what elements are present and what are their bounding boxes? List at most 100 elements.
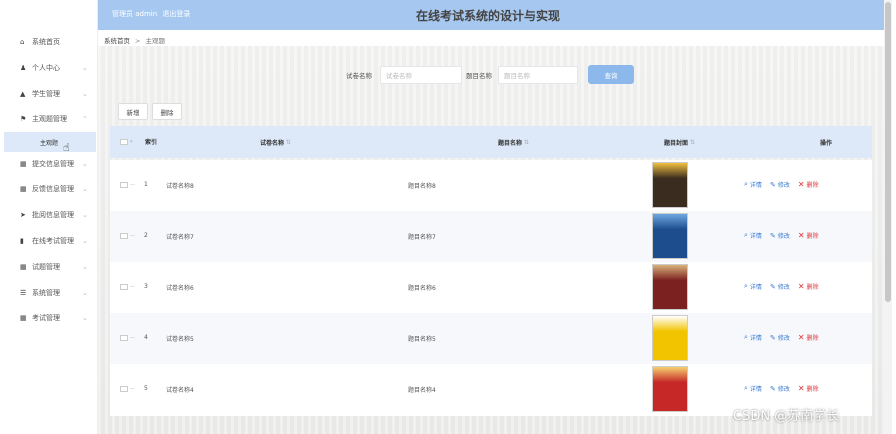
row-checkbox[interactable] (120, 284, 128, 290)
row-checkbox[interactable] (120, 335, 128, 341)
sidebar-item-feedback[interactable]: ▦ 反馈信息管理 ⌄ (0, 177, 98, 201)
delete-row-button[interactable]: ✕ 删除 (798, 282, 819, 291)
view-label: 详情 (749, 182, 762, 189)
chevron-up-icon: ⌃ (82, 115, 88, 123)
breadcrumb-current: 主观题 (145, 37, 165, 45)
topic-name-label: 题目名称 (466, 72, 492, 80)
row-paper-name: 试卷名称7 (166, 234, 194, 241)
header-topic-name[interactable]: 题目名称 ⇅ (498, 126, 529, 158)
delete-button[interactable]: 删除 (152, 103, 182, 120)
sidebar-item-system[interactable]: ☰ 系统管理 ⌄ (0, 281, 98, 305)
topic-name-input[interactable]: 题目名称 (498, 66, 578, 84)
view-button[interactable]: ⌕ 详情 (744, 384, 762, 393)
row-cover-image[interactable] (652, 162, 688, 208)
select-all-checkbox[interactable] (120, 139, 128, 145)
edit-label: 修改 (777, 386, 790, 393)
row-cover-image[interactable] (652, 264, 688, 310)
sidebar-item-exams[interactable]: ▦ 考试管理 ⌄ (0, 306, 98, 330)
grid-icon: ▦ (20, 263, 27, 271)
row-cover-image[interactable] (652, 315, 688, 361)
header-ops: 操作 (820, 126, 832, 158)
delete-row-button[interactable]: ✕ 删除 (798, 384, 819, 393)
paper-name-input[interactable]: 试卷名称 (380, 66, 462, 84)
view-label: 详情 (749, 386, 762, 393)
sidebar-item-questions[interactable]: ▦ 试题管理 ⌄ (0, 255, 98, 279)
pencil-icon: ✎ (769, 384, 776, 393)
delete-row-button[interactable]: ✕ 删除 (798, 231, 819, 240)
view-label: 详情 (749, 335, 762, 342)
view-label: 详情 (749, 233, 762, 240)
edit-button[interactable]: ✎ 修改 (770, 282, 790, 292)
sort-caret-icon: ▾ (130, 139, 133, 145)
sidebar-item-subjective[interactable]: ⚑ 主观题管理 ⌃ (0, 107, 98, 131)
add-button[interactable]: 新增 (118, 103, 148, 120)
header-paper-name[interactable]: 试卷名称 ⇅ (260, 126, 291, 158)
sidebar-item-online-exam[interactable]: ▮ 在线考试管理 ⌄ (0, 229, 98, 253)
pencil-icon: ✎ (769, 333, 776, 342)
sort-icon: ⇅ (524, 138, 530, 146)
sidebar-item-label: 主观题管理 (32, 115, 67, 123)
edit-label: 修改 (777, 284, 790, 291)
sidebar-item-label: 个人中心 (32, 64, 60, 72)
main-content: 试卷名称 试卷名称 题目名称 题目名称 查询 新增 删除 ▾ 索引 试卷名称 ⇅ … (98, 46, 892, 434)
edit-button[interactable]: ✎ 修改 (769, 333, 790, 343)
sidebar-subitem-subjective[interactable]: 主观题 (4, 132, 96, 152)
chevron-down-icon: ⌄ (82, 211, 88, 219)
sidebar-item-label: 在线考试管理 (32, 237, 74, 245)
sidebar-item-review[interactable]: ➤ 批阅信息管理 ⌄ (0, 203, 98, 227)
header-index[interactable]: 索引 (144, 126, 158, 158)
page-scrollbar[interactable] (884, 0, 892, 434)
row-topic-name: 题目名称6 (408, 285, 436, 292)
delete-row-button[interactable]: ✕ 删除 (798, 333, 819, 342)
view-label: 详情 (749, 284, 762, 291)
row-checkbox[interactable] (120, 386, 128, 392)
header-cover[interactable]: 题目封面 ⇅ (664, 126, 695, 158)
row-cover-image[interactable] (652, 213, 688, 259)
row-topic-name: 题目名称7 (408, 234, 436, 241)
search-icon: ⌕ (744, 384, 748, 392)
breadcrumb-home[interactable]: 系统首页 (104, 37, 130, 45)
view-button[interactable]: ⌕ 详情 (744, 231, 762, 240)
header-cover-label: 题目封面 (664, 139, 689, 147)
row-paper-name: 试卷名称6 (166, 285, 194, 292)
row-caret-icon: — (130, 182, 135, 188)
logout-link[interactable]: 退出登录 (162, 10, 190, 18)
chevron-down-icon: ⌄ (82, 64, 88, 72)
search-button[interactable]: 查询 (588, 65, 634, 84)
row-topic-name: 题目名称5 (408, 336, 436, 343)
table-row: — 2 试卷名称7 题目名称7 ⌕ 详情 ✎ 修改 ✕ 删除 (110, 211, 872, 263)
sidebar-item-label: 反馈信息管理 (32, 185, 74, 193)
chevron-down-icon: ⌄ (82, 160, 88, 168)
edit-button[interactable]: ✎ 修改 (770, 231, 790, 241)
sidebar-item-students[interactable]: ▲ 学生管理 ⌄ (0, 82, 98, 106)
breadcrumb-separator: > (135, 37, 141, 45)
row-ops: ⌕ 详情 ✎ 修改 ✕ 删除 (744, 180, 827, 189)
sidebar-item-submissions[interactable]: ▦ 提交信息管理 ⌄ (0, 152, 98, 176)
edit-button[interactable]: ✎ 修改 (769, 384, 790, 394)
sidebar-item-profile[interactable]: ♟ 个人中心 ⌄ (0, 56, 98, 80)
row-paper-name: 试卷名称4 (166, 387, 194, 394)
delete-row-button[interactable]: ✕ 删除 (798, 180, 819, 189)
row-cover-image[interactable] (652, 366, 688, 412)
view-button[interactable]: ⌕ 详情 (744, 180, 762, 189)
row-ops: ⌕ 详情 ✎ 修改 ✕ 删除 (744, 333, 827, 342)
row-checkbox[interactable] (120, 233, 128, 239)
scrollbar-thumb[interactable] (885, 2, 891, 302)
row-topic-name: 题目名称8 (408, 183, 436, 190)
view-button[interactable]: ⌕ 详情 (744, 282, 762, 291)
view-button[interactable]: ⌕ 详情 (744, 333, 762, 342)
edit-button[interactable]: ✎ 修改 (770, 180, 790, 190)
top-header: 管理员 admin 退出登录 在线考试系统的设计与实现 (98, 0, 892, 30)
search-icon: ⌕ (744, 333, 748, 341)
sidebar-item-label: 学生管理 (32, 90, 60, 98)
row-checkbox[interactable] (120, 182, 128, 188)
close-icon: ✕ (797, 231, 805, 240)
table-header: ▾ 索引 试卷名称 ⇅ 题目名称 ⇅ 题目封面 ⇅ 操作 (110, 126, 872, 158)
row-caret-icon: — (130, 335, 135, 341)
sidebar-item-home[interactable]: ⌂ 系统首页 (0, 30, 98, 54)
row-topic-name: 题目名称4 (408, 387, 436, 394)
header-index-label: 索引 (144, 138, 157, 146)
edit-label: 修改 (777, 182, 790, 189)
chevron-down-icon: ⌄ (82, 185, 88, 193)
send-icon: ➤ (20, 211, 26, 219)
